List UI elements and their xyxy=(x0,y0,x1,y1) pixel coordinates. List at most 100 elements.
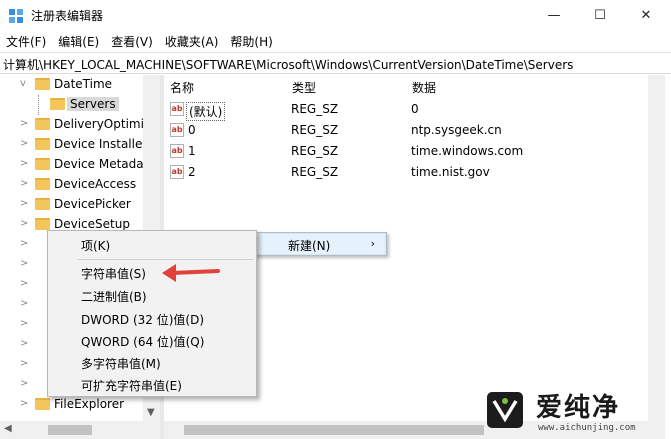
menu-item-binary-value[interactable]: 二进制值(B) xyxy=(48,285,256,305)
collapsed-chevron-icon[interactable]: > xyxy=(20,218,28,229)
column-header-name[interactable]: 名称 xyxy=(164,75,194,97)
value-data: time.windows.com xyxy=(411,144,524,158)
folder-icon xyxy=(35,138,50,150)
collapsed-chevron-icon[interactable]: > xyxy=(20,298,28,309)
column-header-data[interactable]: 数据 xyxy=(406,75,436,97)
folder-icon xyxy=(35,178,50,190)
value-type: REG_SZ xyxy=(291,144,339,158)
window-title: 注册表编辑器 xyxy=(31,9,104,23)
scroll-left-icon[interactable]: ◀ xyxy=(4,423,12,434)
tree-item-label: DevicePicker xyxy=(54,197,131,211)
folder-icon xyxy=(35,118,50,130)
address-bar[interactable]: 计算机\HKEY_LOCAL_MACHINE\SOFTWARE\Microsof… xyxy=(0,52,671,74)
minimize-button[interactable]: — xyxy=(531,0,577,31)
value-type: REG_SZ xyxy=(291,102,339,116)
maximize-button[interactable]: ☐ xyxy=(577,0,623,31)
value-data: ntp.sysgeek.cn xyxy=(411,123,502,137)
values-vertical-scrollbar[interactable] xyxy=(648,75,665,421)
watermark: 爱纯净 www.aichunjing.com xyxy=(480,387,671,439)
collapsed-chevron-icon[interactable]: > xyxy=(20,138,28,149)
tree-item-label: DateTime xyxy=(54,77,113,91)
watermark-brand: 爱纯净 xyxy=(536,393,621,423)
tree-item-label: Servers xyxy=(67,97,119,111)
string-value-icon: ab xyxy=(170,123,184,137)
tree-item-label: Device Metada xyxy=(54,157,144,171)
tree-item-deliveryoptimization[interactable]: > DeliveryOptimiz xyxy=(0,115,160,135)
tree-item-label: Device Installer xyxy=(54,137,148,151)
string-value-icon: ab xyxy=(170,102,184,116)
menu-item-expandable-string-value[interactable]: 可扩充字符串值(E) xyxy=(48,374,256,394)
menu-item-string-value[interactable]: 字符串值(S) xyxy=(48,262,256,282)
tree-item-label: FileExplorer xyxy=(54,397,125,411)
context-menu: 新建(N) › xyxy=(253,232,387,256)
close-button[interactable]: ✕ xyxy=(623,0,669,31)
value-name: 1 xyxy=(188,144,196,158)
menu-item-qword-value[interactable]: QWORD (64 位)值(Q) xyxy=(48,330,256,350)
menu-item-new[interactable]: 新建(N) › xyxy=(254,233,386,255)
collapsed-chevron-icon[interactable]: > xyxy=(20,238,28,249)
folder-icon xyxy=(35,398,50,410)
collapsed-chevron-icon[interactable]: > xyxy=(20,318,28,329)
value-data: 0 xyxy=(411,102,419,116)
value-name: 2 xyxy=(188,165,196,179)
registry-icon xyxy=(9,9,23,23)
value-row[interactable]: ab (默认) REG_SZ 0 xyxy=(164,99,671,121)
value-row[interactable]: ab 0 REG_SZ ntp.sysgeek.cn xyxy=(164,120,671,141)
value-type: REG_SZ xyxy=(291,165,339,179)
collapsed-chevron-icon[interactable]: > xyxy=(20,358,28,369)
column-header-type[interactable]: 类型 xyxy=(286,75,316,97)
value-data: time.nist.gov xyxy=(411,165,490,179)
menu-item-dword-value[interactable]: DWORD (32 位)值(D) xyxy=(48,308,256,328)
tree-item-device-metadata[interactable]: > Device Metada xyxy=(0,155,160,175)
collapsed-chevron-icon[interactable]: > xyxy=(20,378,28,389)
scrollbar-thumb[interactable] xyxy=(184,425,484,435)
menu-item-key[interactable]: 项(K) xyxy=(48,234,256,254)
tree-item-servers[interactable]: Servers xyxy=(0,95,160,115)
menu-item-multi-string-value[interactable]: 多字符串值(M) xyxy=(48,352,256,372)
menu-edit[interactable]: 编辑(E) xyxy=(52,31,105,51)
collapsed-chevron-icon[interactable]: > xyxy=(20,178,28,189)
value-row[interactable]: ab 2 REG_SZ time.nist.gov xyxy=(164,162,671,183)
menu-help[interactable]: 帮助(H) xyxy=(224,31,278,51)
collapsed-chevron-icon[interactable]: > xyxy=(20,118,28,129)
string-value-icon: ab xyxy=(170,144,184,158)
tree-horizontal-scrollbar[interactable]: ◀ xyxy=(0,421,160,439)
value-row[interactable]: ab 1 REG_SZ time.windows.com xyxy=(164,141,671,162)
value-type: REG_SZ xyxy=(291,123,339,137)
string-value-icon: ab xyxy=(170,165,184,179)
watermark-url: www.aichunjing.com xyxy=(538,423,636,433)
tree-item-label: DeviceAccess xyxy=(54,177,137,191)
title-bar: 注册表编辑器 — ☐ ✕ xyxy=(0,0,671,31)
collapsed-chevron-icon[interactable]: > xyxy=(20,258,28,269)
tree-item-deviceaccess[interactable]: > DeviceAccess xyxy=(0,175,160,195)
menu-item-label: 新建(N) xyxy=(288,239,331,253)
collapsed-chevron-icon[interactable]: > xyxy=(20,398,28,409)
tree-item-devicepicker[interactable]: > DevicePicker xyxy=(0,195,160,215)
value-name: (默认) xyxy=(186,102,226,121)
tree-item-label: DeliveryOptimiz xyxy=(54,117,151,131)
new-submenu: 项(K) 字符串值(S) 二进制值(B) DWORD (32 位)值(D) QW… xyxy=(47,230,257,397)
scroll-down-icon[interactable]: ▼ xyxy=(147,407,155,418)
value-name: 0 xyxy=(188,123,196,137)
menu-file[interactable]: 文件(F) xyxy=(0,31,52,51)
red-arrow-annotation xyxy=(162,264,220,282)
tree-item-label: DeviceSetup xyxy=(54,217,130,231)
collapsed-chevron-icon[interactable]: > xyxy=(20,338,28,349)
brand-logo-icon xyxy=(487,392,523,428)
folder-icon xyxy=(50,98,65,110)
tree-item-device-installer[interactable]: > Device Installer xyxy=(0,135,160,155)
collapsed-chevron-icon[interactable]: > xyxy=(20,158,28,169)
folder-icon xyxy=(35,218,50,230)
folder-icon xyxy=(35,78,50,90)
address-path: 计算机\HKEY_LOCAL_MACHINE\SOFTWARE\Microsof… xyxy=(3,58,574,72)
folder-icon xyxy=(35,158,50,170)
collapsed-chevron-icon[interactable]: > xyxy=(20,198,28,209)
collapsed-chevron-icon[interactable]: > xyxy=(20,278,28,289)
expanded-chevron-icon[interactable]: v xyxy=(20,78,26,89)
tree-item-datetime[interactable]: v DateTime xyxy=(0,75,160,95)
tree-item-fileexplorer[interactable]: > FileExplorer xyxy=(0,395,160,415)
menu-view[interactable]: 查看(V) xyxy=(105,31,159,51)
menu-favorites[interactable]: 收藏夹(A) xyxy=(159,31,225,51)
scrollbar-thumb[interactable] xyxy=(48,425,92,435)
menu-bar: 文件(F) 编辑(E) 查看(V) 收藏夹(A) 帮助(H) xyxy=(0,31,671,51)
